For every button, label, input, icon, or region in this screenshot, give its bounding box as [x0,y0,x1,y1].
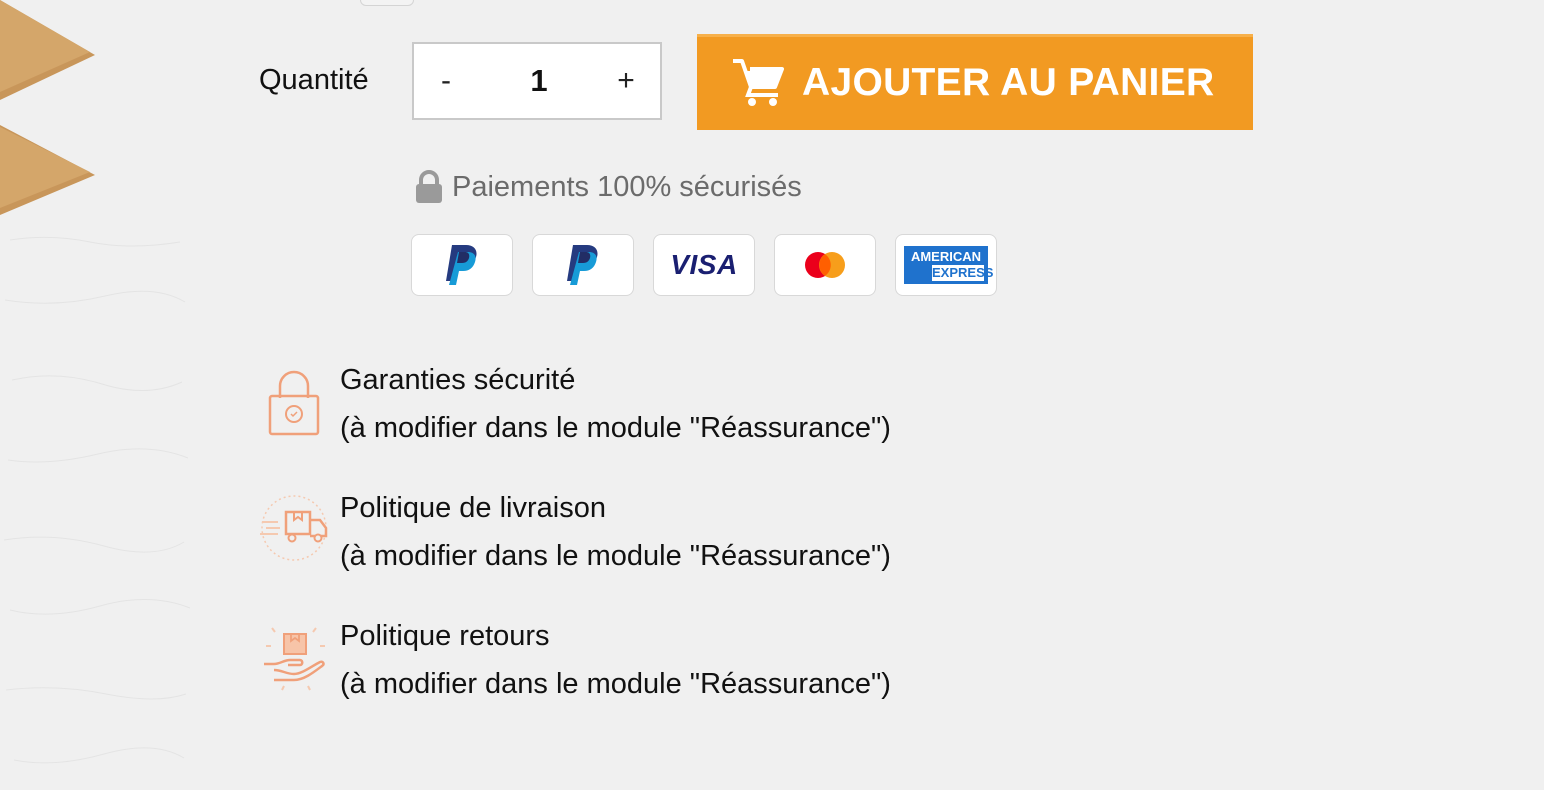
quantity-increment-button[interactable]: + [594,44,658,118]
paypal-icon [567,245,598,285]
visa-icon: VISA [670,249,738,280]
reassurance-item-delivery: Politique de livraison (à modifier dans … [258,492,978,592]
payment-card-paypal-2 [532,234,634,296]
lock-icon [416,170,442,203]
amex-logo-line1: AMERICAN [910,249,982,264]
padlock-icon [268,370,320,436]
return-box-icon [264,627,325,691]
add-to-cart-button[interactable]: AJOUTER AU PANIER [697,34,1253,130]
payment-card-paypal [411,234,513,296]
product-image-fragment [0,0,191,764]
reassurance-item-returns: Politique retours (à modifier dans le mo… [258,620,978,720]
amex-icon: AMERICAN EXPRESS [904,246,994,284]
payment-card-visa: VISA [653,234,755,296]
reassurance-item-security: Garanties sécurité (à modifier dans le m… [258,364,978,464]
delivery-truck-icon [260,495,328,561]
reassurance-description: (à modifier dans le module "Réassurance"… [340,540,891,572]
reassurance-title: Politique retours [340,620,550,652]
payment-card-amex: AMERICAN EXPRESS [895,234,997,296]
reassurance-title: Garanties sécurité [340,364,576,396]
secure-payment-notice: Paiements 100% sécurisés [414,170,802,204]
quantity-label: Quantité [259,64,369,96]
payment-methods: VISA AMERICAN EXPRESS [411,234,1016,296]
shopping-cart-icon [733,59,784,106]
add-to-cart-label: AJOUTER AU PANIER [802,61,1215,104]
quantity-decrement-button[interactable]: - [414,44,478,118]
mastercard-icon [805,252,845,278]
paypal-icon [446,245,477,285]
variant-swatch[interactable] [360,0,414,6]
secure-payment-text: Paiements 100% sécurisés [452,170,802,203]
payment-card-mastercard [774,234,876,296]
quantity-input[interactable]: 1 [484,44,594,118]
reassurance-description: (à modifier dans le module "Réassurance"… [340,412,891,444]
amex-logo-line2: EXPRESS [932,265,994,281]
reassurance-description: (à modifier dans le module "Réassurance"… [340,668,891,700]
reassurance-title: Politique de livraison [340,492,606,524]
quantity-stepper: - 1 + [412,42,662,120]
